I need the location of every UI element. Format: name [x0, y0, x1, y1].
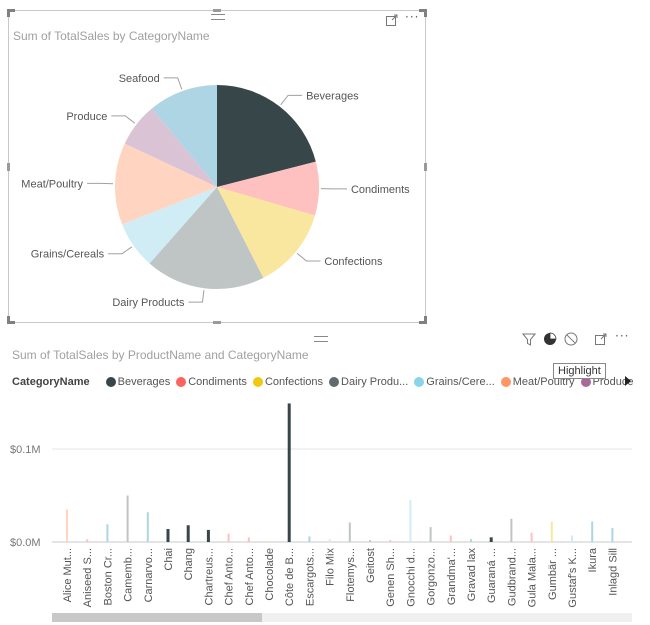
bar[interactable]	[126, 495, 129, 543]
pie-slice-label: Dairy Products	[112, 297, 185, 309]
bar[interactable]	[591, 521, 594, 542]
pie-slice-label: Confections	[324, 256, 383, 268]
bar[interactable]	[247, 537, 250, 542]
x-tick-label: Côte de B...	[284, 548, 296, 606]
pie-leader-line	[111, 115, 136, 124]
bar[interactable]	[409, 500, 412, 542]
x-tick-label: Flotemys...	[345, 548, 357, 602]
bar[interactable]	[268, 541, 270, 542]
bar[interactable]	[571, 535, 573, 542]
pie-leader-line	[296, 252, 321, 262]
x-tick-label: Gnocchi d...	[405, 548, 417, 607]
bar[interactable]	[510, 518, 513, 542]
bar[interactable]	[470, 539, 472, 542]
x-tick-label: Gorgonzo...	[426, 548, 438, 605]
x-tick-label: Filo Mix	[325, 548, 337, 586]
x-tick-label: Chai	[163, 548, 175, 571]
pie-slice-label: Seafood	[119, 73, 160, 85]
bar[interactable]	[369, 540, 371, 542]
bar[interactable]	[106, 524, 109, 542]
bar[interactable]	[206, 529, 210, 542]
y-tick-label: $0.1M	[10, 444, 41, 456]
bar[interactable]	[66, 509, 68, 542]
pie-leader-line	[280, 94, 303, 106]
bar[interactable]	[328, 539, 331, 542]
pie-chart: Beverages Condiments Confections Dairy Prod…	[21, 73, 410, 309]
bar[interactable]	[449, 535, 452, 542]
pie-leader-line	[108, 246, 133, 255]
bar[interactable]	[308, 536, 311, 542]
x-tick-label: Boston Cr...	[102, 548, 114, 605]
bar[interactable]	[86, 539, 89, 542]
x-tick-label: Aniseed S...	[82, 548, 94, 607]
bar[interactable]	[146, 512, 149, 542]
bar-chart-visual[interactable]: ··· Sum of TotalSales by ProductName and…	[6, 330, 636, 625]
bar-chart: $0.0M $0.1M Alice Mut... Aniseed S... Boston…	[10, 403, 632, 608]
bar[interactable]	[429, 527, 432, 542]
bar[interactable]	[550, 521, 553, 542]
bar[interactable]	[389, 540, 392, 542]
x-tick-label: Carnarvo...	[143, 548, 155, 602]
x-tick-label: Gustaf's K...	[567, 548, 579, 608]
x-tick-label: Gula Mala...	[527, 548, 539, 607]
x-tick-label: Chartreus...	[203, 548, 215, 605]
highlight-tooltip: Highlight	[553, 363, 606, 379]
x-tick-label: Guaraná ...	[486, 548, 498, 603]
x-tick-label: Inlagd Sill	[607, 548, 619, 596]
x-tick-label: Camemb...	[123, 548, 135, 602]
pie-chart-visual[interactable]: ··· Sum of TotalSales by CategoryName Be…	[7, 9, 427, 324]
pie-slice-label: Grains/Cereals	[31, 249, 105, 261]
pie-leader-line	[163, 77, 183, 90]
x-tick-label: Grandma'...	[446, 548, 458, 605]
pie-slice-label: Produce	[66, 111, 107, 123]
x-tick-label: Gumbär ...	[547, 548, 559, 600]
x-tick-label: Escargots...	[304, 548, 316, 606]
pie-leader-line	[188, 290, 205, 303]
bar[interactable]	[166, 528, 170, 542]
x-tick-label: Genen Sh...	[385, 548, 397, 607]
pie-slice-label: Meat/Poultry	[21, 178, 83, 190]
bar[interactable]	[530, 532, 533, 542]
bar[interactable]	[287, 403, 291, 542]
x-tick-label: Alice Mut...	[62, 548, 74, 602]
x-tick-label: Chocolade	[264, 548, 276, 601]
horizontal-scrollbar[interactable]	[52, 613, 632, 622]
bar[interactable]	[186, 525, 190, 542]
x-tick-label: Ikura	[587, 547, 599, 572]
x-tick-label: Gudbrand...	[506, 548, 518, 606]
bar[interactable]	[227, 533, 230, 542]
pie-slice-label: Beverages	[306, 90, 359, 102]
x-tick-label: Geitost	[365, 548, 377, 583]
pie-slice-label: Condiments	[351, 184, 410, 196]
bar[interactable]	[611, 528, 614, 542]
y-tick-label: $0.0M	[10, 537, 41, 549]
scrollbar-thumb[interactable]	[52, 613, 262, 622]
x-tick-label: Chef Anto...	[244, 548, 256, 605]
bar[interactable]	[348, 522, 351, 542]
x-tick-label: Chef Anto...	[224, 548, 236, 605]
x-tick-label: Chang	[183, 548, 195, 580]
bar[interactable]	[489, 537, 493, 542]
x-tick-label: Gravad lax	[466, 548, 478, 602]
